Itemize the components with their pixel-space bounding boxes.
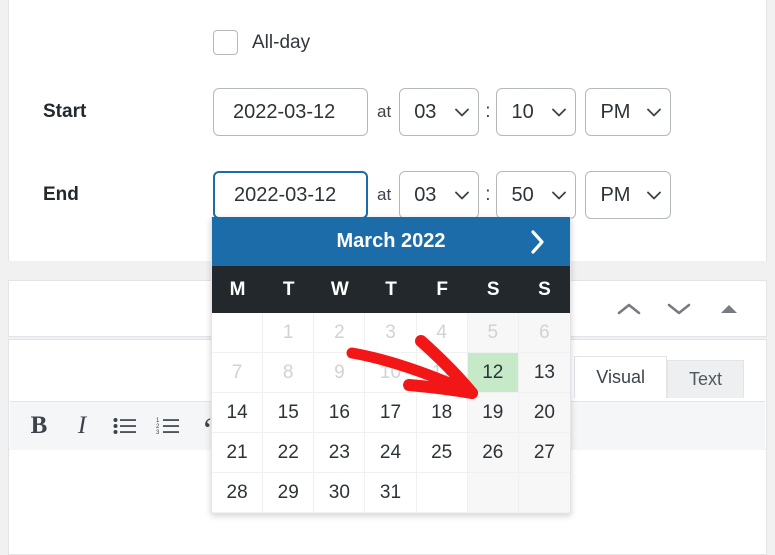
calendar-day-31[interactable]: 31	[365, 473, 416, 513]
end-minute-value: 50	[511, 184, 533, 207]
end-minute-select[interactable]: 50	[496, 171, 576, 219]
calendar-day-14[interactable]: 14	[212, 393, 263, 433]
all-day-checkbox[interactable]	[213, 30, 238, 55]
calendar-day-8: 8	[263, 353, 314, 393]
all-day-label: All-day	[252, 32, 310, 54]
calendar-day-11: 11	[417, 353, 468, 393]
start-hour-select[interactable]: 03	[399, 88, 479, 136]
datepicker-day-grid: 1234567891011121314151617181920212223242…	[212, 313, 570, 513]
chevron-right-icon[interactable]	[520, 217, 554, 266]
end-time-separator: :	[485, 184, 490, 206]
end-meridiem-select[interactable]: PM	[585, 171, 671, 219]
calendar-day-6: 6	[519, 313, 570, 353]
chevron-down-icon	[552, 108, 566, 117]
datepicker-popup: March 2022 M T W T F S S 123456789101112…	[211, 217, 571, 514]
start-row: Start at 03 : 10 PM	[9, 88, 766, 136]
editor-tabs: Visual Text	[574, 356, 744, 398]
calendar-day-13[interactable]: 13	[519, 353, 570, 393]
calendar-day-18[interactable]: 18	[417, 393, 468, 433]
weekday-label: T	[365, 266, 416, 313]
end-at-text: at	[377, 185, 391, 205]
chevron-up-icon[interactable]	[614, 294, 644, 324]
datepicker-weekday-row: M T W T F S S	[212, 266, 570, 313]
calendar-day-5: 5	[468, 313, 519, 353]
calendar-day-9: 9	[314, 353, 365, 393]
calendar-day-27[interactable]: 27	[519, 433, 570, 473]
calendar-day-1: 1	[263, 313, 314, 353]
chevron-down-icon	[552, 191, 566, 200]
weekday-label: M	[212, 266, 263, 313]
all-day-row: All-day	[213, 30, 310, 55]
calendar-day-19[interactable]: 19	[468, 393, 519, 433]
calendar-day-23[interactable]: 23	[314, 433, 365, 473]
start-hour-value: 03	[414, 101, 436, 124]
datepicker-header: March 2022	[212, 217, 570, 266]
calendar-day-16[interactable]: 16	[314, 393, 365, 433]
calendar-day-30[interactable]: 30	[314, 473, 365, 513]
end-row: End at 03 : 50 PM	[9, 171, 766, 219]
metabox-controls	[614, 281, 744, 336]
svg-text:3: 3	[156, 430, 160, 435]
calendar-day-26[interactable]: 26	[468, 433, 519, 473]
calendar-day-21[interactable]: 21	[212, 433, 263, 473]
calendar-cell-empty	[212, 313, 263, 353]
end-label: End	[43, 184, 79, 206]
numbered-list-icon[interactable]: 1 2 3	[149, 409, 187, 443]
calendar-day-12[interactable]: 12	[468, 353, 519, 393]
start-time-separator: :	[485, 101, 490, 123]
calendar-day-7: 7	[212, 353, 263, 393]
calendar-day-24[interactable]: 24	[365, 433, 416, 473]
chevron-down-icon	[647, 108, 661, 117]
weekday-label: T	[263, 266, 314, 313]
calendar-day-3: 3	[365, 313, 416, 353]
chevron-down-icon	[455, 108, 469, 117]
calendar-day-28[interactable]: 28	[212, 473, 263, 513]
calendar-day-29[interactable]: 29	[263, 473, 314, 513]
end-fields: at 03 : 50 PM	[213, 171, 671, 219]
datepicker-month-title: March 2022	[337, 230, 446, 253]
weekday-label: W	[314, 266, 365, 313]
end-hour-value: 03	[414, 184, 436, 207]
chevron-down-icon	[455, 191, 469, 200]
calendar-day-25[interactable]: 25	[417, 433, 468, 473]
chevron-down-icon	[647, 191, 661, 200]
calendar-day-2: 2	[314, 313, 365, 353]
page-root: All-day Start at 03 : 10	[0, 0, 775, 555]
toggle-triangle-icon[interactable]	[714, 294, 744, 324]
start-at-text: at	[377, 102, 391, 122]
weekday-label: F	[417, 266, 468, 313]
start-meridiem-value: PM	[600, 101, 630, 124]
italic-icon[interactable]: I	[63, 409, 101, 443]
calendar-cell-empty	[519, 473, 570, 513]
calendar-day-4: 4	[417, 313, 468, 353]
end-meridiem-value: PM	[600, 184, 630, 207]
start-minute-value: 10	[511, 101, 533, 124]
calendar-day-20[interactable]: 20	[519, 393, 570, 433]
tab-visual[interactable]: Visual	[574, 356, 667, 398]
calendar-cell-empty	[468, 473, 519, 513]
end-hour-select[interactable]: 03	[399, 171, 479, 219]
start-fields: at 03 : 10 PM	[213, 88, 671, 136]
weekday-label: S	[468, 266, 519, 313]
calendar-day-15[interactable]: 15	[263, 393, 314, 433]
calendar-day-17[interactable]: 17	[365, 393, 416, 433]
bold-icon[interactable]: B	[20, 409, 58, 443]
weekday-label: S	[519, 266, 570, 313]
bulleted-list-icon[interactable]	[106, 409, 144, 443]
calendar-day-10: 10	[365, 353, 416, 393]
chevron-down-icon[interactable]	[664, 294, 694, 324]
tab-text[interactable]: Text	[667, 360, 744, 398]
start-label: Start	[43, 101, 86, 123]
end-date-input[interactable]	[213, 171, 368, 219]
calendar-cell-empty	[417, 473, 468, 513]
start-minute-select[interactable]: 10	[496, 88, 576, 136]
start-date-input[interactable]	[213, 88, 368, 136]
calendar-day-22[interactable]: 22	[263, 433, 314, 473]
start-meridiem-select[interactable]: PM	[585, 88, 671, 136]
